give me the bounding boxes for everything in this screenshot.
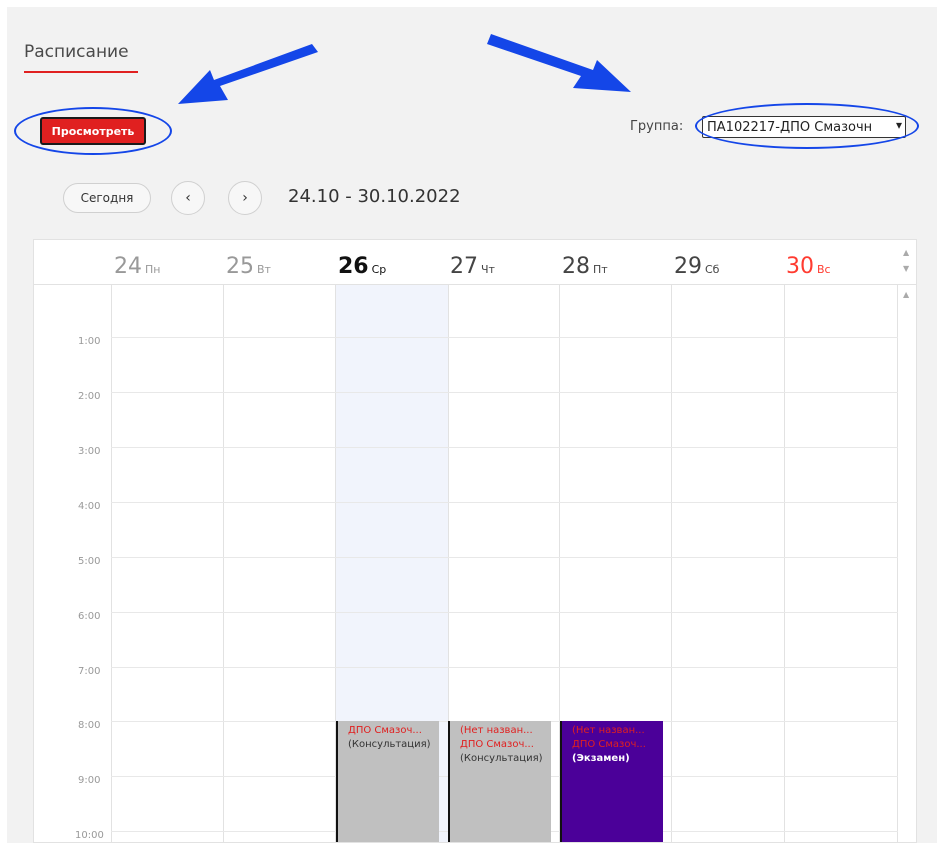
scroll-up-icon[interactable]: ▲ [903,290,909,299]
event-subtitle: ДПО Смазоч... [572,739,646,750]
chevron-right-icon: › [242,190,248,206]
next-week-button[interactable]: › [228,181,262,215]
time-label: 1:00 [78,336,101,347]
day-header-mon[interactable]: 24 Пн [114,254,160,279]
column-divider [223,285,224,842]
time-label: 4:00 [78,501,101,512]
time-label: 10:00 [75,830,104,841]
event-type: (Консультация) [348,739,431,750]
annotation-arrow-left [178,44,318,104]
annotation-ellipse-view [14,107,172,155]
hour-line [111,447,898,448]
time-label: 9:00 [78,775,101,786]
date-range: 24.10 - 30.10.2022 [288,186,461,207]
hour-line [111,392,898,393]
time-label: 2:00 [78,391,101,402]
event-type: (Экзамен) [572,753,630,764]
time-label: 8:00 [78,720,101,731]
event-title: (Нет назван... [460,725,533,736]
day-header-fri[interactable]: 28 Пт [562,254,608,279]
today-button[interactable]: Сегодня [63,183,151,213]
scroll-up-icon[interactable]: ▲ [903,248,909,257]
group-label: Группа: [630,119,684,134]
event-subtitle: ДПО Смазоч... [460,739,534,750]
event-title: ДПО Смазоч... [348,725,422,736]
week-calendar: 24 Пн 25 Вт 26 Ср 27 Чт 28 Пт 29 Сб 30 Вс ▲ ▼ ▲… [33,239,917,843]
column-divider [897,285,898,842]
column-divider [784,285,785,842]
hour-line [111,557,898,558]
hour-line [111,337,898,338]
prev-week-button[interactable]: ‹ [171,181,205,215]
time-label: 7:00 [78,666,101,677]
time-label: 3:00 [78,446,101,457]
event-card[interactable]: ДПО Смазоч... (Консультация) [336,721,439,842]
page-title: Расписание [24,42,129,62]
event-title: (Нет назван... [572,725,645,736]
event-type: (Консультация) [460,753,543,764]
day-header-sun[interactable]: 30 Вс [786,254,831,279]
column-divider [671,285,672,842]
event-card[interactable]: (Нет назван... ДПО Смазоч... (Консультац… [448,721,551,842]
day-header-wed[interactable]: 26 Ср [338,254,386,279]
day-header-sat[interactable]: 29 Сб [674,254,719,279]
column-divider [111,285,112,842]
time-label: 5:00 [78,556,101,567]
annotation-ellipse-group [695,103,919,149]
scroll-down-icon[interactable]: ▼ [903,264,909,273]
title-underline [24,71,138,73]
chevron-left-icon: ‹ [185,190,191,206]
event-card[interactable]: (Нет назван... ДПО Смазоч... (Экзамен) [560,721,663,842]
time-label: 6:00 [78,611,101,622]
hour-line [111,502,898,503]
day-header-thu[interactable]: 27 Чт [450,254,495,279]
day-header-tue[interactable]: 25 Вт [226,254,271,279]
annotation-arrow-right [487,34,631,92]
hour-line [111,667,898,668]
hour-line [111,612,898,613]
